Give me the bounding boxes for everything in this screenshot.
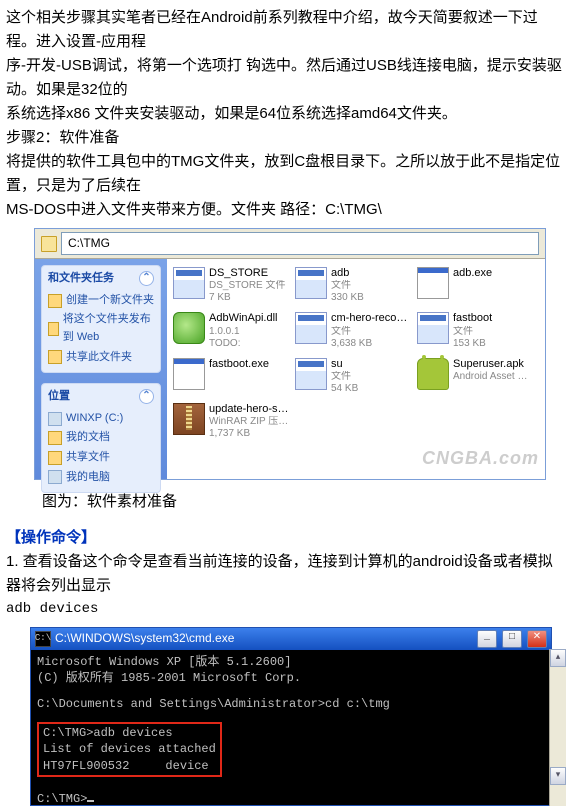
file-icon <box>173 358 205 390</box>
file-size: 7 KB <box>209 292 289 304</box>
place-shared[interactable]: 共享文件 <box>48 449 154 467</box>
file-type: 文件 <box>453 326 533 338</box>
file-type: Android Asset Pa... <box>453 371 533 383</box>
file-item[interactable]: fastboot文件153 KB <box>417 312 535 349</box>
explorer-sidebar: 和文件夹任务 ⌃ 创建一个新文件夹 将这个文件夹发布到 Web 共享此文件夹 位… <box>35 259 167 479</box>
figure-caption: 图为：软件素材准备 <box>42 490 566 514</box>
file-type: 文件 <box>331 371 411 383</box>
folder-icon <box>41 236 57 252</box>
file-size: TODO: <box>209 338 289 350</box>
paragraph: 1. 查看设备这个命令是查看当前连接的设备，连接到计算机的android设备或者… <box>6 550 566 598</box>
file-icon <box>295 358 327 390</box>
cmd-title-bar: C:\ C:\WINDOWS\system32\cmd.exe _ □ ✕ <box>31 628 551 650</box>
file-name: fastboot.exe <box>209 358 289 371</box>
file-name: cm-hero-recovery... <box>331 312 411 325</box>
cmd-icon: C:\ <box>35 631 51 647</box>
file-item[interactable]: AdbWinApi.dll1.0.0.1TODO: <box>173 312 291 349</box>
collapse-icon[interactable]: ⌃ <box>139 389 154 404</box>
paragraph: 系统选择x86 文件夹安装驱动，如果是64位系统选择amd64文件夹。 <box>6 102 566 126</box>
cmd-output: (C) 版权所有 1985-2001 Microsoft Corp. <box>37 670 545 686</box>
file-item[interactable]: update-hero-signWinRAR ZIP 压缩文件1,737 KB <box>173 403 291 440</box>
paragraph: 这个相关步骤其实笔者已经在Android前系列教程中介绍，故今天简要叙述一下过程… <box>6 6 566 54</box>
file-type: 文件 <box>331 280 411 292</box>
place-my-computer[interactable]: 我的电脑 <box>48 469 154 487</box>
file-item[interactable]: adb文件330 KB <box>295 267 413 304</box>
file-size: 1,737 KB <box>209 428 289 440</box>
file-icon <box>173 267 205 299</box>
cursor-icon <box>87 800 94 802</box>
file-item[interactable]: fastboot.exe <box>173 358 291 395</box>
file-name: AdbWinApi.dll <box>209 312 289 325</box>
file-item[interactable]: Superuser.apkAndroid Asset Pa... <box>417 358 535 395</box>
file-type: DS_STORE 文件 <box>209 280 289 292</box>
scroll-down-button[interactable]: ▾ <box>550 767 566 785</box>
close-button[interactable]: ✕ <box>527 630 547 648</box>
address-input[interactable]: C:\TMG <box>61 232 539 255</box>
scrollbar[interactable]: ▴ ▾ <box>549 649 566 806</box>
paragraph: 步骤2：软件准备 <box>6 126 566 150</box>
file-item[interactable]: cm-hero-recovery...文件3,638 KB <box>295 312 413 349</box>
maximize-button[interactable]: □ <box>502 630 522 648</box>
place-c-drive[interactable]: WINXP (C:) <box>48 410 154 428</box>
file-icon <box>173 312 205 344</box>
files-pane: DS_STOREDS_STORE 文件7 KBadb文件330 KBadb.ex… <box>167 259 545 479</box>
file-size: 330 KB <box>331 292 411 304</box>
side-places-title: 位置 <box>48 388 70 406</box>
cmd-prompt: C:\TMG> <box>37 791 545 807</box>
file-icon <box>295 267 327 299</box>
task-publish[interactable]: 将这个文件夹发布到 Web <box>48 311 154 346</box>
file-name: update-hero-sign <box>209 403 289 416</box>
file-type: 文件 <box>331 326 411 338</box>
highlighted-output: C:\TMG>adb devices List of devices attac… <box>37 722 222 777</box>
file-name: Superuser.apk <box>453 358 533 371</box>
file-name: adb.exe <box>453 267 533 280</box>
file-type: 1.0.0.1 <box>209 326 289 338</box>
paragraph: 将提供的软件工具包中的TMG文件夹，放到C盘根目录下。之所以放于此不是指定位置，… <box>6 150 566 198</box>
cmd-output: C:\Documents and Settings\Administrator>… <box>37 696 545 712</box>
file-icon <box>417 312 449 344</box>
command-text: adb devices <box>6 598 566 620</box>
section-heading: 【操作命令】 <box>6 526 566 550</box>
file-item[interactable]: su文件54 KB <box>295 358 413 395</box>
address-bar: C:\TMG <box>35 229 545 259</box>
explorer-window: C:\TMG 和文件夹任务 ⌃ 创建一个新文件夹 将这个文件夹发布到 Web 共… <box>34 228 546 480</box>
file-item[interactable]: adb.exe <box>417 267 535 304</box>
cmd-body[interactable]: Microsoft Windows XP [版本 5.1.2600] (C) 版… <box>31 650 551 805</box>
side-tasks-title: 和文件夹任务 <box>48 270 114 288</box>
task-new-folder[interactable]: 创建一个新文件夹 <box>48 292 154 310</box>
cmd-title-text: C:\WINDOWS\system32\cmd.exe <box>55 629 472 648</box>
file-icon <box>417 358 449 390</box>
file-size: 54 KB <box>331 383 411 395</box>
file-size: 153 KB <box>453 338 533 350</box>
cmd-window: C:\ C:\WINDOWS\system32\cmd.exe _ □ ✕ Mi… <box>30 627 552 806</box>
watermark-text: CNGBA.com <box>422 444 539 473</box>
file-size: 3,638 KB <box>331 338 411 350</box>
file-type: WinRAR ZIP 压缩文件 <box>209 416 289 428</box>
file-icon <box>295 312 327 344</box>
file-name: adb <box>331 267 411 280</box>
paragraph: 序-开发-USB调试，将第一个选项打 钩选中。然后通过USB线连接电脑，提示安装… <box>6 54 566 102</box>
file-name: su <box>331 358 411 371</box>
task-share[interactable]: 共享此文件夹 <box>48 349 154 367</box>
cmd-output: Microsoft Windows XP [版本 5.1.2600] <box>37 654 545 670</box>
paragraph: MS-DOS中进入文件夹带来方便。文件夹 路径：C:\TMG\ <box>6 198 566 222</box>
file-icon <box>417 267 449 299</box>
scroll-up-button[interactable]: ▴ <box>550 649 566 667</box>
minimize-button[interactable]: _ <box>477 630 497 648</box>
file-name: fastboot <box>453 312 533 325</box>
place-my-docs[interactable]: 我的文档 <box>48 429 154 447</box>
file-name: DS_STORE <box>209 267 289 280</box>
file-icon <box>173 403 205 435</box>
file-item[interactable]: DS_STOREDS_STORE 文件7 KB <box>173 267 291 304</box>
collapse-icon[interactable]: ⌃ <box>139 271 154 286</box>
